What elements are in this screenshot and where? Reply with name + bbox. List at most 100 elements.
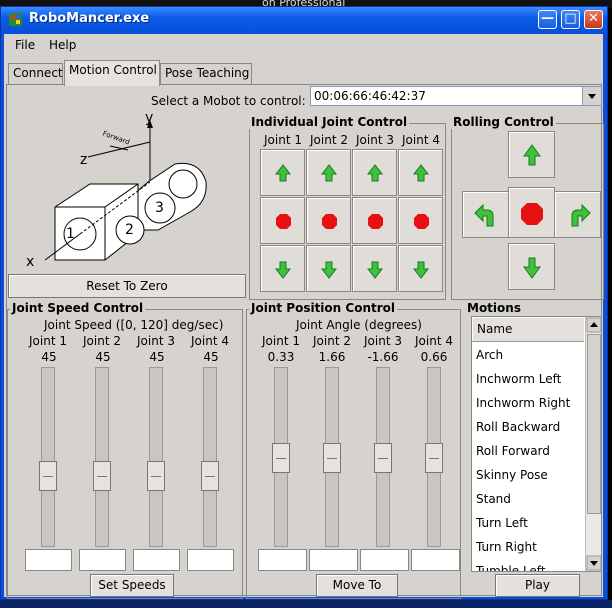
ij-joint-2: Joint 2	[310, 133, 348, 147]
list-scrollbar[interactable]	[585, 317, 601, 571]
speed-joint-2-value: 45	[95, 350, 111, 364]
joint-4-up-button[interactable]	[398, 149, 443, 196]
speed-joint-1-label: Joint 1	[29, 334, 67, 348]
mobot-select[interactable]: 00:06:66:46:42:37	[310, 86, 602, 106]
slider-thumb[interactable]	[147, 461, 165, 491]
position-slider-3[interactable]	[374, 367, 392, 547]
ij-joint-3: Joint 3	[356, 133, 394, 147]
speed-slider-2[interactable]	[93, 367, 111, 547]
joint-3-up-button[interactable]	[352, 149, 397, 196]
joint-4-stop-button[interactable]	[398, 197, 443, 244]
list-item[interactable]: Roll Backward	[476, 415, 560, 439]
roll-stop-button[interactable]	[508, 187, 555, 238]
reset-to-zero-button[interactable]: Reset To Zero	[8, 274, 246, 298]
joint-1-label: 1	[66, 226, 75, 242]
joint-1-down-button[interactable]	[260, 245, 305, 292]
list-item[interactable]: Tumble Left	[476, 559, 546, 571]
set-speeds-button[interactable]: Set Speeds	[90, 574, 174, 597]
scrollbar-thumb[interactable]	[587, 334, 601, 514]
up-arrow-icon	[412, 164, 430, 182]
list-item[interactable]: Roll Forward	[476, 439, 550, 463]
joint-3-down-button[interactable]	[352, 245, 397, 292]
speed-input-3[interactable]	[133, 549, 180, 571]
slider-thumb[interactable]	[93, 461, 111, 491]
speed-slider-3[interactable]	[147, 367, 165, 547]
speed-input-4[interactable]	[187, 549, 234, 571]
chevron-down-icon	[588, 94, 596, 99]
list-header[interactable]: Name	[472, 317, 584, 342]
list-item[interactable]: Skinny Pose	[476, 463, 548, 487]
list-item[interactable]: Stand	[476, 487, 511, 511]
play-button[interactable]: Play	[495, 574, 580, 597]
maximize-button[interactable]: □	[561, 10, 580, 29]
position-input-1[interactable]	[258, 549, 307, 571]
speed-slider-4[interactable]	[201, 367, 219, 547]
list-item[interactable]: Turn Left	[476, 511, 528, 535]
slider-thumb[interactable]	[374, 443, 392, 473]
joint-3-stop-button[interactable]	[352, 197, 397, 244]
speed-input-1[interactable]	[25, 549, 72, 571]
position-slider-2[interactable]	[323, 367, 341, 547]
slider-thumb[interactable]	[201, 461, 219, 491]
turn-left-button[interactable]	[462, 191, 509, 238]
ij-joint-1: Joint 1	[264, 133, 302, 147]
roll-forward-button[interactable]	[508, 131, 555, 178]
list-item[interactable]: Turn Right	[476, 535, 537, 559]
turn-right-button[interactable]	[554, 191, 601, 238]
slider-thumb[interactable]	[425, 443, 443, 473]
slider-thumb[interactable]	[272, 443, 290, 473]
slider-thumb[interactable]	[39, 461, 57, 491]
joint-2-down-button[interactable]	[306, 245, 351, 292]
position-joint-1-value: 0.33	[267, 350, 295, 364]
window-title: RoboMancer.exe	[29, 11, 150, 26]
position-input-4[interactable]	[411, 549, 460, 571]
speed-joint-1-value: 45	[41, 350, 57, 364]
title-bar[interactable]: RoboMancer.exe — □ ✕	[1, 7, 607, 34]
speed-joint-4-label: Joint 4	[191, 334, 229, 348]
speed-input-2[interactable]	[79, 549, 126, 571]
individual-joint-title: Individual Joint Control	[249, 115, 410, 129]
speed-joint-3-value: 45	[149, 350, 165, 364]
position-slider-1[interactable]	[272, 367, 290, 547]
menu-file[interactable]: File	[15, 38, 35, 52]
stop-icon	[414, 214, 429, 229]
position-input-2[interactable]	[309, 549, 358, 571]
list-item[interactable]: Arch	[476, 343, 503, 367]
position-control-title: Joint Position Control	[249, 301, 397, 315]
menu-bar: File Help	[4, 34, 603, 56]
motions-title: Motions	[465, 301, 523, 315]
minimize-icon: —	[541, 11, 554, 26]
position-slider-4[interactable]	[425, 367, 443, 547]
turn-left-arrow-icon	[474, 203, 494, 227]
list-item[interactable]: Inchworm Left	[476, 367, 561, 391]
joint-1-stop-button[interactable]	[260, 197, 305, 244]
move-to-button[interactable]: Move To	[316, 574, 398, 597]
rolling-control-title: Rolling Control	[451, 115, 556, 129]
motions-list[interactable]: Name Arch Inchworm Left Inchworm Right R…	[471, 316, 602, 572]
tab-pose-teaching[interactable]: Pose Teaching	[160, 63, 252, 85]
joint-2-stop-button[interactable]	[306, 197, 351, 244]
tab-connect[interactable]: Connect	[8, 63, 63, 85]
joint-4-down-button[interactable]	[398, 245, 443, 292]
close-icon: ✕	[588, 11, 599, 26]
minimize-button[interactable]: —	[538, 10, 557, 29]
roll-backward-button[interactable]	[508, 243, 555, 290]
stop-icon	[322, 214, 337, 229]
position-input-3[interactable]	[360, 549, 409, 571]
axis-z-label: z	[80, 152, 88, 168]
list-item[interactable]: Inchworm Right	[476, 391, 570, 415]
close-button[interactable]: ✕	[584, 10, 603, 29]
joint-2-up-button[interactable]	[306, 149, 351, 196]
axis-y-label: y	[145, 110, 154, 126]
menu-help[interactable]: Help	[49, 38, 76, 52]
mobot-select-value: 00:06:66:46:42:37	[314, 89, 426, 103]
tab-motion-control[interactable]: Motion Control	[64, 60, 160, 86]
position-joint-4-value: 0.66	[420, 350, 448, 364]
stop-icon	[368, 214, 383, 229]
dropdown-button[interactable]	[582, 87, 601, 105]
speed-slider-1[interactable]	[39, 367, 57, 547]
joint-1-up-button[interactable]	[260, 149, 305, 196]
up-arrow-icon	[366, 164, 384, 182]
down-arrow-icon	[523, 257, 541, 279]
slider-thumb[interactable]	[323, 443, 341, 473]
